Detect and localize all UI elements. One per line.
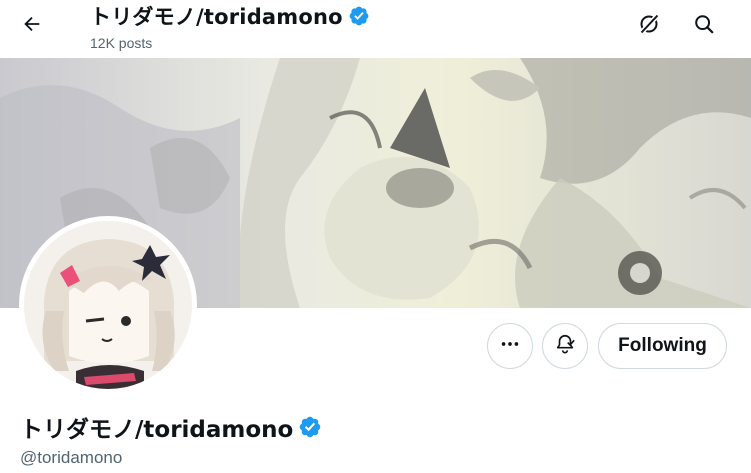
profile-header-bar: トリダモノ/toridamono 12K posts	[0, 0, 751, 58]
following-button[interactable]: Following	[598, 323, 727, 369]
more-options-button[interactable]	[487, 323, 533, 369]
profile-avatar[interactable]	[19, 216, 197, 394]
grok-button[interactable]	[630, 7, 668, 45]
search-button[interactable]	[685, 7, 723, 45]
notifications-button[interactable]	[542, 323, 588, 369]
header-title: トリダモノ/toridamono	[90, 5, 343, 29]
bell-plus-icon	[554, 333, 576, 360]
posts-count: 12K posts	[90, 35, 153, 51]
avatar	[24, 221, 192, 389]
verified-badge-icon	[348, 5, 370, 27]
search-icon	[693, 13, 715, 40]
verified-badge-icon	[298, 415, 322, 439]
more-icon	[499, 333, 521, 360]
user-handle: @toridamono	[20, 448, 123, 467]
arrow-left-icon	[21, 13, 43, 40]
display-name: トリダモノ/toridamono	[20, 417, 294, 443]
header-title-group: トリダモノ/toridamono	[90, 1, 370, 31]
profile-name-group: トリダモノ/toridamono	[20, 410, 322, 444]
grok-icon	[637, 12, 661, 41]
back-button[interactable]	[14, 8, 50, 44]
